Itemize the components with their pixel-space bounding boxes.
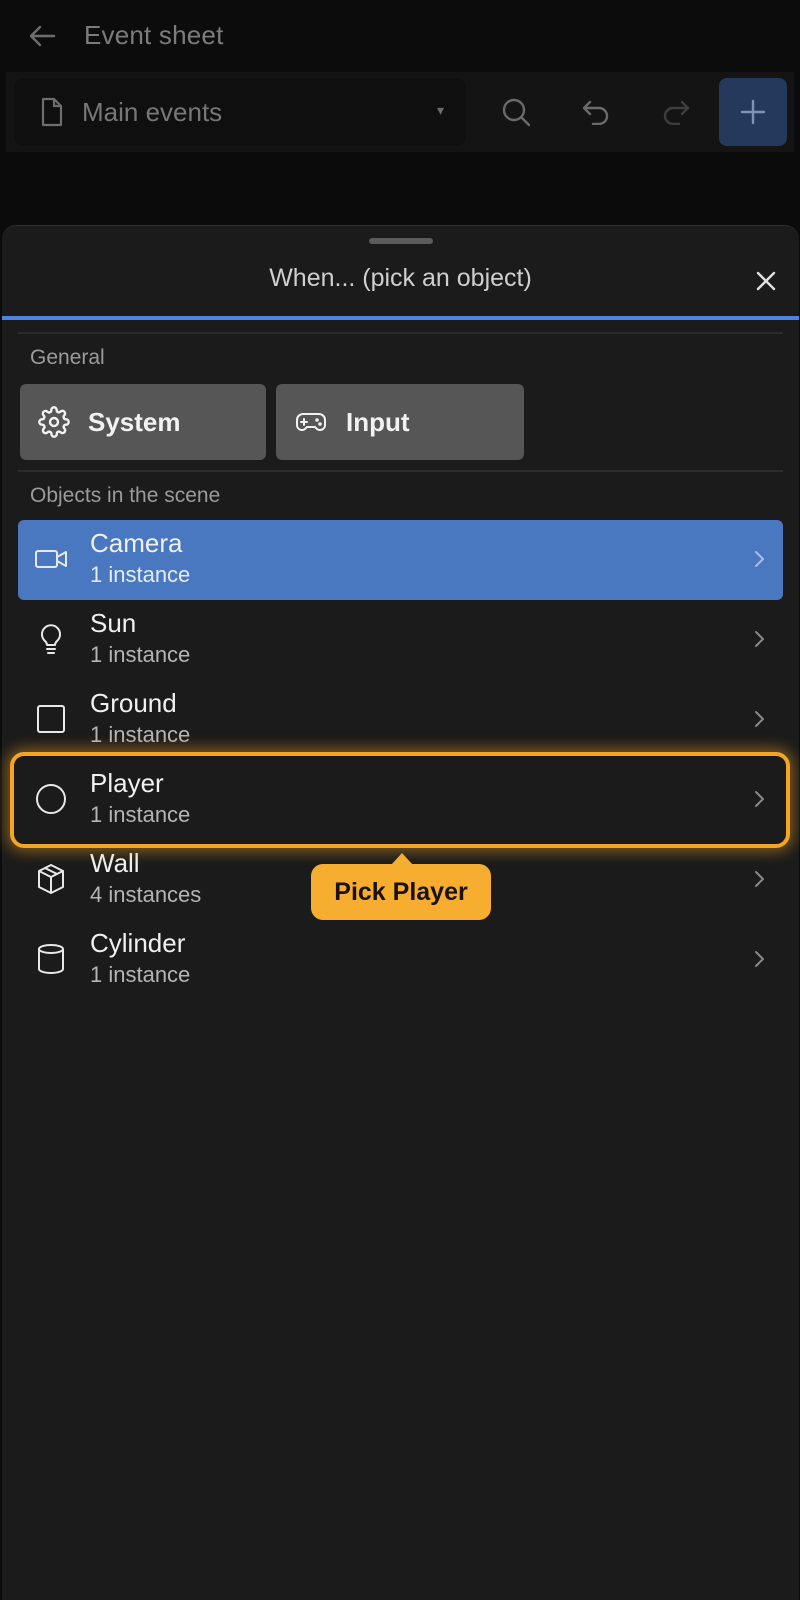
divider [18, 332, 783, 334]
object-instance-count: 1 instance [90, 962, 191, 987]
page-title: Event sheet [84, 20, 224, 50]
object-row-cylinder[interactable]: Cylinder 1 instance [18, 920, 783, 1000]
camera-icon [34, 542, 68, 576]
event-sheet-name: Main events [82, 96, 223, 127]
picker-title: When... (pick an object) [269, 264, 532, 292]
file-icon [40, 97, 64, 127]
arrow-left-icon [28, 24, 56, 48]
tooltip-text: Pick Player [334, 877, 468, 906]
chevron-down-icon: ▾ [436, 102, 444, 118]
gamepad-icon [294, 407, 328, 437]
lightbulb-icon [34, 622, 68, 656]
circle-icon [34, 782, 68, 816]
event-sheet-dropdown[interactable]: Main events ▾ [14, 78, 466, 146]
object-row-camera[interactable]: Camera 1 instance [18, 520, 783, 600]
object-instance-count: 1 instance [90, 642, 191, 667]
undo-icon [581, 99, 611, 125]
gear-icon [38, 406, 70, 438]
object-name: Cylinder [90, 928, 186, 958]
undo-button[interactable] [570, 86, 622, 138]
object-name: Camera [90, 528, 183, 558]
chevron-right-icon [753, 629, 765, 649]
add-event-button[interactable] [719, 78, 787, 146]
tutorial-tooltip: Pick Player [311, 853, 491, 920]
object-instance-count: 1 instance [90, 562, 191, 587]
object-instance-count: 1 instance [90, 722, 191, 747]
chevron-right-icon [753, 949, 765, 969]
picker-progress-bar [2, 316, 799, 320]
drag-handle[interactable] [369, 238, 433, 244]
plus-icon [740, 99, 766, 125]
progress-fill [2, 316, 799, 320]
section-label-general: General [30, 346, 105, 369]
object-name: Wall [90, 848, 140, 878]
cube-icon [34, 862, 68, 896]
app-header: Event sheet [0, 0, 800, 72]
object-instance-count: 1 instance [90, 802, 191, 827]
redo-button[interactable] [650, 86, 702, 138]
object-name: Player [90, 768, 164, 798]
cylinder-icon [34, 942, 68, 976]
redo-icon [661, 99, 691, 125]
object-row-sun[interactable]: Sun 1 instance [18, 600, 783, 680]
chevron-right-icon [753, 789, 765, 809]
object-name: Ground [90, 688, 177, 718]
event-toolbar: Main events ▾ [6, 72, 794, 152]
square-icon [34, 702, 68, 736]
back-button[interactable] [24, 20, 60, 52]
search-button[interactable] [490, 86, 542, 138]
category-label: Input [346, 406, 410, 437]
search-icon [501, 97, 531, 127]
chevron-right-icon [753, 869, 765, 889]
category-label: System [88, 406, 181, 437]
close-icon [755, 270, 777, 292]
chevron-right-icon [753, 709, 765, 729]
close-button[interactable] [751, 266, 781, 296]
object-name: Sun [90, 608, 137, 638]
object-instance-count: 4 instances [90, 882, 202, 907]
object-row-ground[interactable]: Ground 1 instance [18, 680, 783, 760]
chevron-right-icon [753, 549, 765, 569]
category-system-button[interactable]: System [20, 384, 266, 460]
object-row-player[interactable]: Player 1 instance [18, 760, 783, 840]
section-label-objects: Objects in the scene [30, 484, 221, 507]
divider [18, 470, 783, 472]
category-input-button[interactable]: Input [276, 384, 524, 460]
